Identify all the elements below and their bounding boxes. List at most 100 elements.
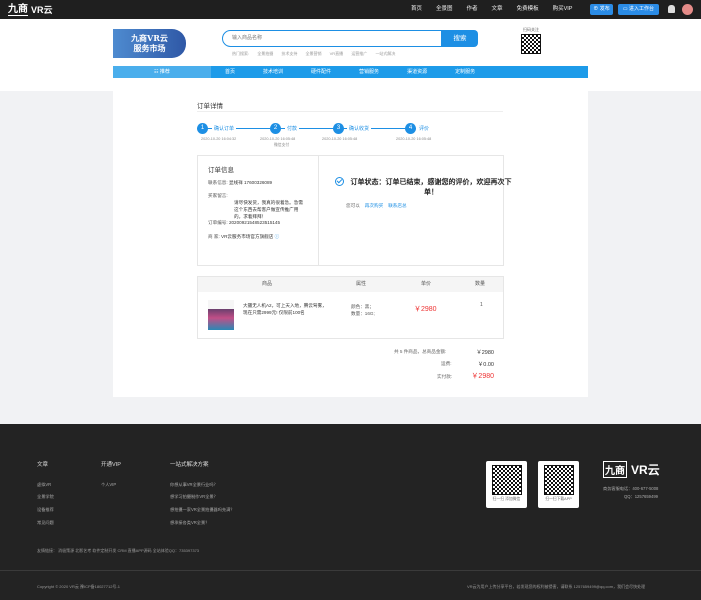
footer-disclaimer: VR云为用户上传分享平台，若发现您的权利被侵害，请联系 1257659499@q…: [467, 584, 646, 589]
wechat-qr-label: 扫一扫 添加微信: [492, 497, 521, 501]
hot-item[interactable]: 技术支持: [281, 51, 297, 56]
app-qr: 扫一扫下载APP: [538, 461, 579, 508]
col-price: 单价: [421, 281, 432, 287]
qr-code-icon: [543, 465, 574, 495]
step-1-circle: 1: [197, 123, 208, 134]
workspace-label: 进入工作台: [629, 6, 655, 12]
hotline: 商务客服电话：400-677-5008: [603, 486, 659, 491]
hot-item[interactable]: VR直播: [330, 51, 344, 56]
qr-label: 扫码关注: [523, 27, 539, 32]
footer-logo-text: VR云: [631, 463, 660, 477]
step-2-circle: 2: [270, 123, 281, 134]
attr-color: 颜色：黑；: [351, 304, 374, 309]
footer-link[interactable]: 想拍摄一家VR全景拍摄器吗充满？: [170, 507, 234, 513]
topnav-vip[interactable]: 购买VIP: [546, 0, 580, 19]
info-divider: [318, 156, 319, 265]
footer-col-title: 文章: [37, 462, 49, 468]
shipping-label: 运费:: [441, 361, 452, 366]
contact-value: 显线祥 17600326089: [228, 180, 273, 185]
col-qty: 数量: [475, 281, 486, 287]
search-button[interactable]: 搜索: [442, 30, 478, 47]
nav-item-custom[interactable]: 定制服务: [441, 66, 489, 78]
total-label: 共 5 件商品，总商品金额:: [394, 349, 447, 354]
topnav-home[interactable]: 首页: [404, 0, 429, 19]
footer-col-title: 一站式解决方案: [170, 462, 209, 468]
avatar[interactable]: [682, 4, 693, 15]
nav-item-hardware[interactable]: 硬件配件: [297, 66, 345, 78]
bell-icon[interactable]: [668, 5, 675, 13]
site-logo[interactable]: 九商 VR云: [8, 3, 53, 16]
footer-link[interactable]: 全景学院: [37, 494, 54, 500]
nav-item-training[interactable]: 技术培训: [249, 66, 297, 78]
step-4-date: 2020-10-20 16:05:48: [396, 137, 432, 141]
hot-item[interactable]: 全景拍摄: [257, 51, 273, 56]
table-header: 商品 属性 单价 数量: [198, 277, 503, 292]
step-1-label: 确认订单: [212, 125, 237, 132]
footer-logo-mark: 九商: [603, 461, 627, 478]
total-value: ￥2980: [476, 350, 494, 356]
topnav-panorama[interactable]: 全景图: [429, 0, 460, 19]
shop-row: 商 家: VR云服务市场官方旗舰店 ⓘ: [208, 234, 279, 240]
paid-value: ￥2980: [471, 373, 494, 380]
order-no-row: 订单编号: 20200921548523515145: [208, 220, 280, 226]
step-2-label: 付款: [285, 125, 300, 132]
qr-code-icon: [491, 465, 522, 495]
hot-item[interactable]: 运营推广: [351, 51, 367, 56]
contact-shop-link[interactable]: 联系店总: [388, 203, 406, 208]
rebuy-link[interactable]: 再次购买: [365, 203, 383, 208]
footer-link[interactable]: 虚拟VR: [37, 482, 51, 488]
search-input[interactable]: 输入商品名称: [222, 30, 442, 47]
workspace-button[interactable]: ▭ 进入工作台: [618, 4, 659, 15]
order-actions: 您可以 再次购买 联系店总: [346, 203, 407, 209]
footer-link[interactable]: 个人VIP: [101, 482, 116, 488]
top-nav: 首页 全景图 作者 文章 免费模板 购买VIP: [404, 0, 579, 19]
top-bar: 九商 VR云 首页 全景图 作者 文章 免费模板 购买VIP ⊕ 发布 ▭ 进入工…: [0, 0, 701, 19]
note-label: 买家留言:: [208, 193, 228, 198]
footer-link[interactable]: 想学习拍摄制作VR全景？: [170, 494, 218, 500]
publish-label: 发布: [599, 6, 610, 12]
contact-label: 联系信息:: [208, 180, 228, 185]
footer-link[interactable]: 想承接各类VR全景？: [170, 520, 209, 526]
shop-label: 商 家:: [208, 234, 220, 239]
footer: 文章 虚拟VR 全景学院 设备推荐 常见问题 开通VIP 个人VIP 一站式解决…: [0, 424, 701, 600]
logo-text: VR云: [31, 5, 53, 15]
product-price: ￥2980: [414, 306, 437, 313]
nav-item-channels[interactable]: 渠道资源: [393, 66, 441, 78]
category-menu[interactable]: ☷ 推荐: [113, 66, 211, 78]
nav-item-marketing[interactable]: 营销服务: [345, 66, 393, 78]
main-nav: ☷ 推荐 首页 技术培训 硬件配件 营销服务 渠道资源 定制服务: [113, 66, 588, 78]
col-product: 商品: [262, 281, 273, 287]
product-attrs: 颜色：黑； 数量：16G;: [351, 303, 375, 317]
publish-button[interactable]: ⊕ 发布: [590, 4, 613, 15]
footer-link[interactable]: 常见问题: [37, 520, 54, 526]
qq: QQ：1257659499: [624, 494, 658, 499]
footer-link[interactable]: 设备推荐: [37, 507, 54, 513]
step-4-label: 评价: [419, 126, 430, 132]
wechat-qr: 扫一扫 添加微信: [486, 461, 527, 508]
logo-mark: 九商: [8, 3, 28, 16]
friend-links[interactable]: 友情链接： 消极策源 北影艺考 软件定制开发 CRM 直播APP源码 全站体验Q…: [37, 548, 199, 554]
order-info-panel: 订单信息 联系信息: 显线祥 17600326089 买家留言: 请尽快发货，我…: [197, 155, 512, 266]
step-2-date: 2020-10-20 16:05:48: [260, 137, 296, 141]
topnav-articles[interactable]: 文章: [485, 0, 510, 19]
order-no-value: 20200921548523515145: [228, 220, 281, 225]
hot-item[interactable]: 全景营销: [306, 51, 322, 56]
step-3-date: 2020-10-20 16:05:48: [322, 137, 358, 141]
product-qty: 1: [480, 302, 483, 308]
attr-qty: 数量：16G;: [351, 311, 375, 316]
footer-divider: [0, 570, 701, 571]
product-image[interactable]: [208, 300, 234, 330]
topnav-author[interactable]: 作者: [460, 0, 485, 19]
step-1-date: 2020-10-20 16:04:32: [201, 137, 237, 141]
product-name[interactable]: 大疆无人机A2，可上天入地，腾云驾雾，现在只需2999元! 仅限前100名: [243, 302, 329, 316]
order-status: 订单状态：订单已结束，感谢您的评价，欢迎再次下单！: [350, 179, 512, 196]
hot-item[interactable]: 一站式解决: [375, 51, 395, 56]
shop-value[interactable]: VR云服务市场官方旗舰店: [221, 234, 273, 239]
info-circle-icon[interactable]: ⓘ: [275, 234, 280, 239]
topnav-templates[interactable]: 免费模板: [510, 0, 546, 19]
footer-link[interactable]: 你想从事VR全景行业吗？: [170, 482, 218, 488]
market-brand[interactable]: 九商VR云 服务市场: [113, 29, 186, 58]
note-value: 请尽快发货，我真的很着急。急需这个东西去帮客户做宣传推广用的。求着拜拜！: [234, 200, 303, 219]
step-2-sub: 微信支付: [274, 143, 290, 147]
nav-item-home[interactable]: 首页: [211, 66, 249, 78]
